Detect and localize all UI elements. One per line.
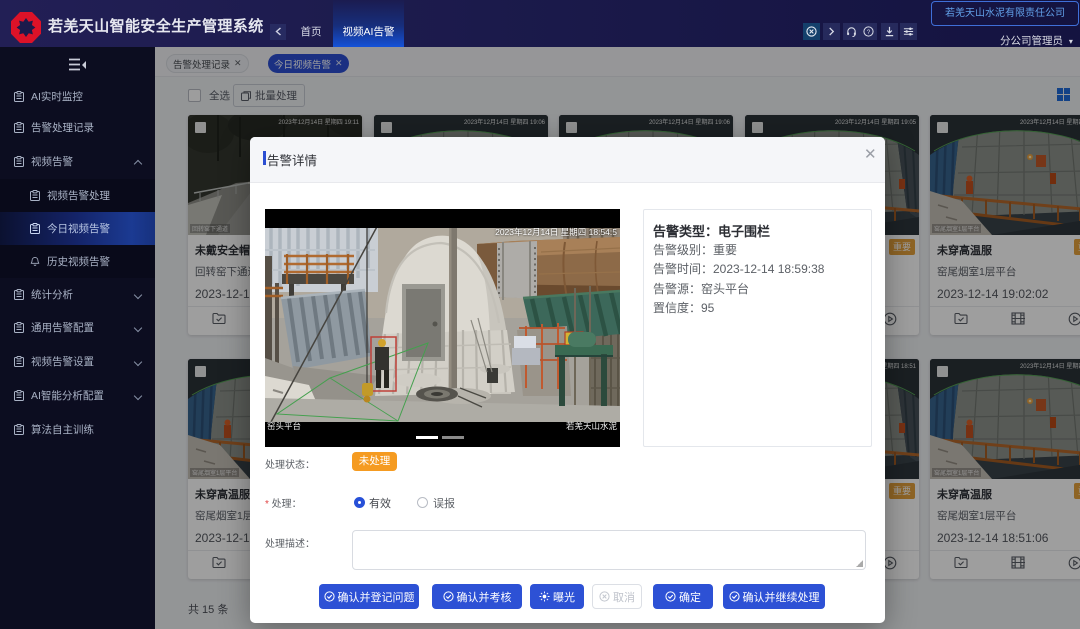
svg-text:?: ? — [867, 29, 871, 36]
